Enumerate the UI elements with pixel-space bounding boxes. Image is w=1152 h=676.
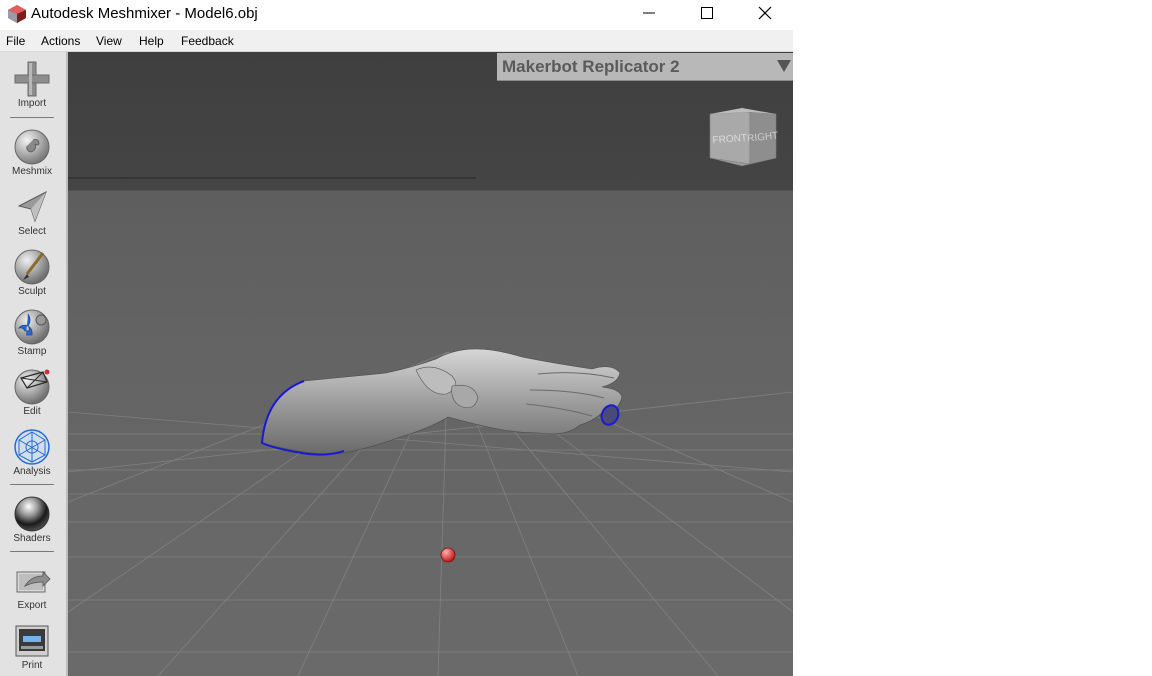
export-arrow-icon xyxy=(16,571,51,593)
maximize-icon xyxy=(701,7,713,19)
chrome-sphere-icon xyxy=(14,496,50,532)
arrow-cursor-icon xyxy=(17,190,47,223)
tool-shaders[interactable]: Shaders xyxy=(0,495,66,555)
fleur-de-lis-icon xyxy=(14,309,50,345)
tool-import[interactable]: Import xyxy=(0,60,66,120)
tool-shaders-label: Shaders xyxy=(13,533,51,544)
tool-export-label: Export xyxy=(17,600,47,611)
tool-select[interactable]: Select xyxy=(0,188,66,248)
3d-viewport[interactable]: Makerbot Replicator 2 FRONT RIGHT xyxy=(68,52,793,676)
dropdown-arrow-icon xyxy=(777,60,791,72)
close-button[interactable] xyxy=(737,0,793,26)
tool-import-label: Import xyxy=(17,98,47,109)
toolbar-divider xyxy=(10,551,54,552)
close-icon xyxy=(758,6,772,20)
tool-print-label: Print xyxy=(21,660,43,671)
tool-edit-label: Edit xyxy=(23,406,41,417)
view-cube[interactable]: FRONT RIGHT xyxy=(706,104,782,170)
bunny-sphere-icon xyxy=(14,129,50,165)
plus-icon xyxy=(14,61,50,97)
tool-sculpt-label: Sculpt xyxy=(18,286,46,297)
pivot-point[interactable] xyxy=(440,547,456,563)
tool-meshmix-label: Meshmix xyxy=(11,166,52,177)
tool-export[interactable]: Export xyxy=(0,562,66,622)
scene-canvas xyxy=(68,177,793,676)
tool-analysis[interactable]: Analysis xyxy=(0,428,66,488)
menu-file[interactable]: File xyxy=(6,34,25,48)
tool-stamp[interactable]: Stamp xyxy=(0,308,66,368)
tool-sculpt[interactable]: Sculpt xyxy=(0,248,66,308)
printer-icon xyxy=(15,625,49,657)
meshmixer-window: Autodesk Meshmixer - Model6.obj File Act… xyxy=(0,0,793,676)
tool-stamp-label: Stamp xyxy=(17,346,47,357)
maximize-button[interactable] xyxy=(679,0,738,26)
minimize-icon xyxy=(643,12,655,14)
tool-edit[interactable]: Edit xyxy=(0,368,66,428)
printer-dropdown[interactable]: Makerbot Replicator 2 xyxy=(497,53,793,81)
menu-feedback[interactable]: Feedback xyxy=(181,34,234,48)
menu-view[interactable]: View xyxy=(96,34,122,48)
toolbar-divider xyxy=(10,484,54,485)
mesh-edit-icon xyxy=(14,369,50,405)
toolbar-divider xyxy=(10,117,54,118)
geodesic-sphere-icon xyxy=(14,429,50,465)
tool-sidebar: Import Meshmix Select Sculpt Stamp Edit … xyxy=(0,52,68,676)
meshmixer-logo-icon xyxy=(8,5,26,23)
tool-select-label: Select xyxy=(18,226,46,237)
tool-print[interactable]: Print xyxy=(0,622,66,676)
tool-analysis-label: Analysis xyxy=(13,466,51,477)
minimize-button[interactable] xyxy=(621,0,680,26)
menu-help[interactable]: Help xyxy=(139,34,164,48)
menu-actions[interactable]: Actions xyxy=(41,34,80,48)
printer-name: Makerbot Replicator 2 xyxy=(502,57,680,76)
brush-sphere-icon xyxy=(14,249,50,285)
hand-model[interactable] xyxy=(261,348,623,455)
tool-meshmix[interactable]: Meshmix xyxy=(0,128,66,188)
title-bar: Autodesk Meshmixer - Model6.obj xyxy=(0,0,793,30)
menu-bar: File Actions View Help Feedback xyxy=(0,30,793,52)
window-title: Autodesk Meshmixer - Model6.obj xyxy=(31,5,258,22)
